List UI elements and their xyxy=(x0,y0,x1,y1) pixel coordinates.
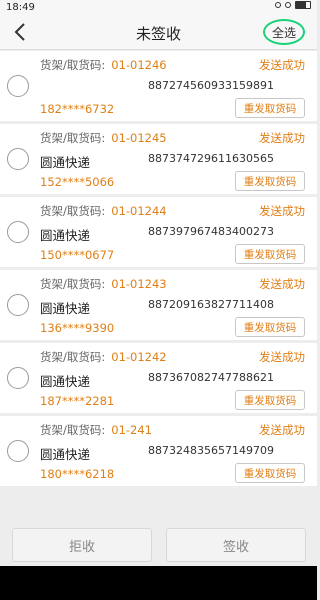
shelf-code: 01-01246 xyxy=(111,58,167,72)
sign-button[interactable]: 签收 xyxy=(166,528,306,562)
tracking-number: 887209163827711408 xyxy=(148,298,274,311)
shelf-code-row: 货架/取货码: 01-01242 xyxy=(40,349,167,365)
shelf-label: 货架/取货码: xyxy=(40,423,106,437)
shelf-code-row: 货架/取货码: 01-01246 xyxy=(40,57,167,73)
shelf-code-row: 货架/取货码: 01-241 xyxy=(40,422,152,438)
battery-icon xyxy=(295,1,311,9)
phone-number: 136****9390 xyxy=(40,321,115,335)
resend-code-button[interactable]: 重发取货码 xyxy=(235,244,305,264)
list-item[interactable]: 货架/取货码: 01-01244 发送成功 圆通快递 88739796748340… xyxy=(0,197,317,267)
system-nav-bar xyxy=(0,566,317,600)
send-status: 发送成功 xyxy=(259,350,305,364)
shelf-label: 货架/取货码: xyxy=(40,131,106,145)
resend-code-button[interactable]: 重发取货码 xyxy=(235,317,305,337)
resend-code-button[interactable]: 重发取货码 xyxy=(235,98,305,118)
shelf-code: 01-01245 xyxy=(111,131,167,145)
shelf-code: 01-01242 xyxy=(111,350,167,364)
select-all-button[interactable]: 全选 xyxy=(263,19,305,45)
select-radio[interactable] xyxy=(7,294,29,316)
list-item[interactable]: 货架/取货码: 01-01242 发送成功 圆通快递 88736708274778… xyxy=(0,343,317,413)
reject-button[interactable]: 拒收 xyxy=(12,528,152,562)
tracking-number: 887367082747788621 xyxy=(148,371,274,384)
carrier-name: 圆通快递 xyxy=(40,228,91,243)
send-status: 发送成功 xyxy=(259,204,305,218)
carrier-name: 圆通快递 xyxy=(40,155,91,170)
carrier-name: 圆通快递 xyxy=(40,374,91,389)
shelf-label: 货架/取货码: xyxy=(40,58,106,72)
select-radio[interactable] xyxy=(7,367,29,389)
signal-icon xyxy=(285,2,291,8)
phone-number: 150****0677 xyxy=(40,248,115,262)
phone-number: 182****6732 xyxy=(40,102,115,116)
resend-code-button[interactable]: 重发取货码 xyxy=(235,463,305,483)
send-status: 发送成功 xyxy=(259,58,305,72)
select-radio[interactable] xyxy=(7,148,29,170)
send-status: 发送成功 xyxy=(259,131,305,145)
send-status: 发送成功 xyxy=(259,277,305,291)
status-bar: 18:49 xyxy=(0,0,317,16)
shelf-code: 01-241 xyxy=(111,423,152,437)
nav-bar: 未签收 全选 xyxy=(0,16,317,50)
resend-code-button[interactable]: 重发取货码 xyxy=(235,171,305,191)
list-item[interactable]: 货架/取货码: 01-01243 发送成功 圆通快递 88720916382771… xyxy=(0,270,317,340)
shelf-code-row: 货架/取货码: 01-01243 xyxy=(40,276,167,292)
select-radio[interactable] xyxy=(7,221,29,243)
shelf-code: 01-01244 xyxy=(111,204,167,218)
shelf-code-row: 货架/取货码: 01-01245 xyxy=(40,130,167,146)
tracking-number: 887397967483400273 xyxy=(148,225,274,238)
phone-number: 180****6218 xyxy=(40,467,115,481)
shelf-code-row: 货架/取货码: 01-01244 xyxy=(40,203,167,219)
tracking-number: 887274560933159891 xyxy=(148,79,274,92)
carrier-name: 圆通快递 xyxy=(40,301,91,316)
parcel-list: 货架/取货码: 01-01246 发送成功 887274560933159891 … xyxy=(0,51,317,489)
phone-number: 187****2281 xyxy=(40,394,115,408)
list-item[interactable]: 货架/取货码: 01-01245 发送成功 圆通快递 88737472961163… xyxy=(0,124,317,194)
send-status: 发送成功 xyxy=(259,423,305,437)
select-radio[interactable] xyxy=(7,75,29,97)
tracking-number: 887324835657149709 xyxy=(148,444,274,457)
carrier-name: 圆通快递 xyxy=(40,447,91,462)
select-radio[interactable] xyxy=(7,440,29,462)
shelf-label: 货架/取货码: xyxy=(40,277,106,291)
status-time: 18:49 xyxy=(6,2,35,13)
phone-number: 152****5066 xyxy=(40,175,115,189)
shelf-label: 货架/取货码: xyxy=(40,204,106,218)
status-icons xyxy=(275,1,311,9)
list-item[interactable]: 货架/取货码: 01-241 发送成功 圆通快递 8873248356571497… xyxy=(0,416,317,486)
shelf-code: 01-01243 xyxy=(111,277,167,291)
shelf-label: 货架/取货码: xyxy=(40,350,106,364)
alarm-icon xyxy=(275,2,281,8)
list-item[interactable]: 货架/取货码: 01-01246 发送成功 887274560933159891 … xyxy=(0,51,317,121)
tracking-number: 887374729611630565 xyxy=(148,152,274,165)
resend-code-button[interactable]: 重发取货码 xyxy=(235,390,305,410)
